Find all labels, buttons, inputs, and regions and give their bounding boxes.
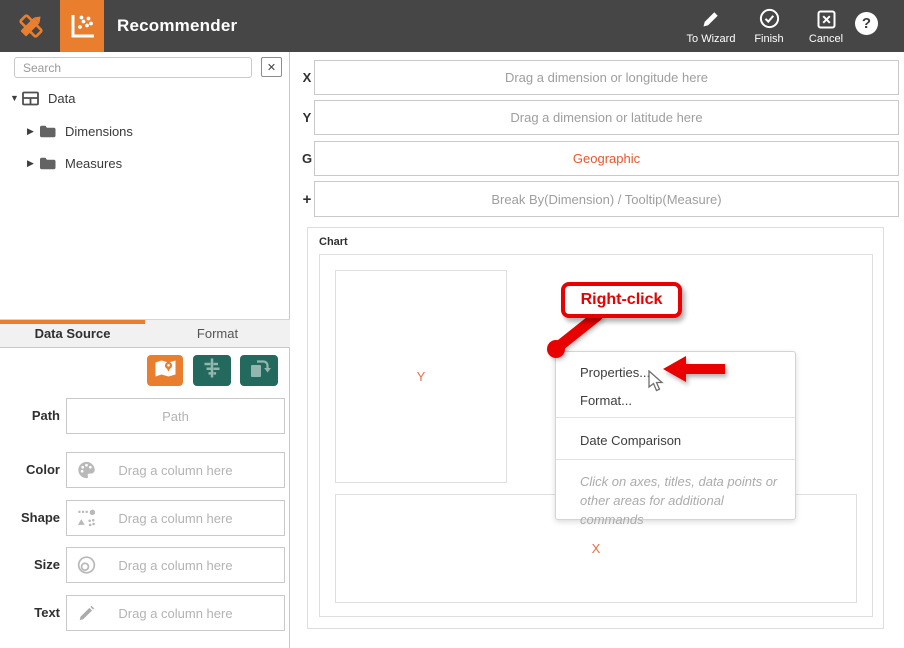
cancel-button[interactable]: Cancel [802, 7, 850, 45]
shape-dropzone[interactable]: Drag a column here [66, 500, 285, 536]
breakby-tooltip-dropzone[interactable]: Break By(Dimension) / Tooltip(Measure) [314, 181, 899, 217]
g-row-label: G [301, 141, 313, 176]
search-input[interactable] [14, 57, 252, 78]
annotation-arrow-icon [663, 354, 727, 384]
x-row-label: X [301, 60, 313, 95]
app-logo-icon [14, 9, 48, 43]
field-label-shape: Shape [0, 500, 60, 536]
mouse-cursor-icon [648, 370, 666, 394]
table-icon [22, 91, 39, 106]
concentric-circles-icon [76, 555, 97, 576]
menu-divider [556, 459, 795, 460]
y-row-label: Y [301, 100, 313, 135]
scatter-chart-tile-icon[interactable] [60, 0, 104, 52]
tree-item-label: Dimensions [65, 124, 133, 139]
field-label-text: Text [0, 595, 60, 631]
help-button[interactable]: ? [855, 12, 878, 35]
tab-data-source[interactable]: Data Source [0, 320, 145, 347]
folder-icon [39, 157, 56, 170]
check-circle-icon [746, 7, 792, 29]
text-dropzone[interactable]: Drag a column here [66, 595, 285, 631]
to-wizard-button[interactable]: To Wizard [680, 7, 742, 45]
tree-item-label: Measures [65, 156, 122, 171]
size-dropzone[interactable]: Drag a column here [66, 547, 285, 583]
tab-format[interactable]: Format [145, 320, 290, 347]
menu-item-format[interactable]: Format... [580, 388, 632, 414]
close-square-icon [802, 7, 850, 29]
tree-item-measures[interactable]: ▶ Measures [27, 153, 122, 173]
menu-hint-text: Click on axes, titles, data points or ot… [580, 472, 780, 529]
geographic-dropzone[interactable]: Geographic [314, 141, 899, 176]
sidebar-tabs: Data Source Format [0, 319, 290, 348]
app-header: Recommender To Wizard Finish Cancel ? [0, 0, 904, 52]
color-dropzone[interactable]: Drag a column here [66, 452, 285, 488]
tree-item-data[interactable]: ▼ Data [10, 88, 75, 108]
palette-icon [76, 460, 97, 480]
tree-item-label: Data [48, 91, 75, 106]
path-dropzone[interactable]: Path [66, 398, 285, 434]
axis-fields-icon [200, 356, 224, 385]
y-axis-area[interactable]: Y [335, 270, 507, 483]
axis-fields-button[interactable] [193, 355, 231, 386]
menu-divider [556, 417, 795, 418]
pencil-icon [76, 603, 97, 623]
tree-item-dimensions[interactable]: ▶ Dimensions [27, 121, 133, 141]
caret-down-icon[interactable]: ▼ [10, 93, 22, 103]
page-title: Recommender [117, 0, 237, 52]
map-type-button[interactable] [147, 355, 183, 386]
folder-icon [39, 125, 56, 138]
finish-button[interactable]: Finish [746, 7, 792, 45]
caret-right-icon[interactable]: ▶ [27, 126, 39, 137]
x-axis-label: X [592, 541, 601, 556]
field-label-path: Path [0, 398, 60, 434]
rotate-page-button[interactable] [240, 355, 278, 386]
shapes-icon [76, 508, 97, 528]
rotate-page-icon [247, 356, 271, 385]
add-row-label: + [301, 181, 313, 217]
x-dropzone[interactable]: Drag a dimension or longitude here [314, 60, 899, 95]
clear-search-button[interactable]: ✕ [261, 57, 282, 77]
field-label-color: Color [0, 452, 60, 488]
menu-item-date-comparison[interactable]: Date Comparison [580, 428, 681, 454]
chart-section-label: Chart [319, 236, 348, 248]
caret-right-icon[interactable]: ▶ [27, 158, 39, 169]
right-click-callout: Right-click [561, 282, 682, 318]
field-label-size: Size [0, 547, 60, 583]
map-pin-icon [153, 357, 178, 385]
y-axis-label: Y [417, 369, 426, 384]
y-dropzone[interactable]: Drag a dimension or latitude here [314, 100, 899, 135]
pencil-icon [680, 7, 742, 29]
close-x-icon: ✕ [267, 61, 276, 74]
